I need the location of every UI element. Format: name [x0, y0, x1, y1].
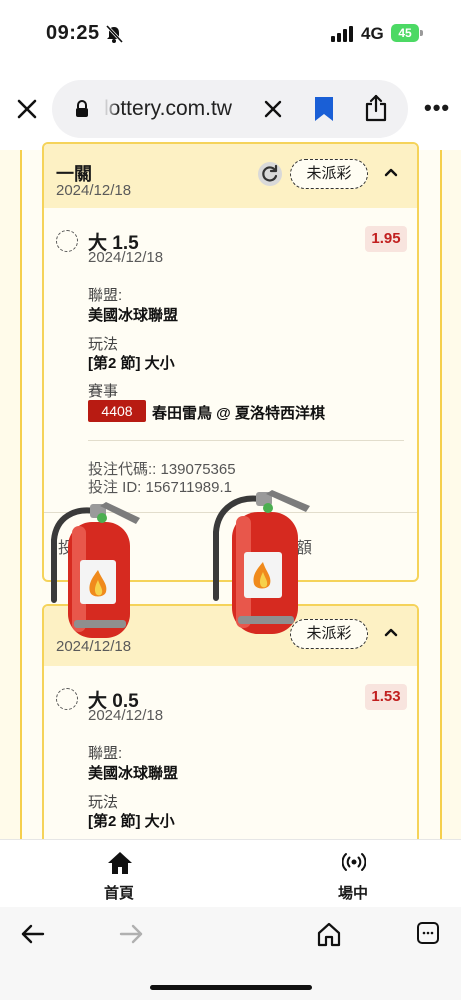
home-icon	[108, 852, 132, 874]
divider	[88, 440, 404, 441]
bet-slip-date: 2024/12/18	[56, 638, 132, 655]
bookmark-icon[interactable]	[314, 96, 334, 122]
league-label: 聯盟:	[88, 745, 123, 762]
battery-icon: 45	[391, 24, 419, 42]
nav-item-live[interactable]: 場中	[334, 848, 374, 902]
more-options-icon[interactable]: •••	[424, 97, 450, 119]
fire-extinguisher-icon	[213, 490, 310, 634]
live-broadcast-icon	[342, 853, 366, 871]
tabs-icon[interactable]	[416, 921, 440, 945]
close-icon[interactable]	[14, 96, 40, 122]
bell-muted-icon	[105, 24, 124, 44]
bet-date: 2024/12/18	[88, 707, 164, 724]
nav-item-home[interactable]: 首頁	[100, 848, 140, 902]
fire-extinguisher-icon	[51, 502, 140, 638]
bottom-navigation: 首頁 場中	[0, 839, 461, 908]
lock-icon	[76, 100, 88, 117]
url-text[interactable]: lottery.com.tw	[104, 97, 244, 121]
chevron-up-icon[interactable]	[384, 164, 398, 182]
network-type: 4G	[361, 24, 384, 43]
bet-radio[interactable]	[56, 230, 78, 252]
event-label: 賽事	[88, 383, 119, 400]
back-arrow-icon[interactable]	[20, 923, 46, 945]
chevron-up-icon[interactable]	[384, 624, 398, 642]
market-label: 玩法	[88, 336, 119, 353]
bet-slip-header[interactable]: 一關 2024/12/18 未派彩	[44, 144, 417, 208]
nav-label-live: 場中	[338, 885, 369, 902]
status-time: 09:25	[46, 22, 100, 44]
bet-slip-card: 2024/12/18 未派彩 大 0.5 2024/12/18 1.53 聯盟:…	[42, 604, 419, 858]
market-value: [第2 節] 大小	[88, 813, 175, 830]
league-value: 美國冰球聯盟	[88, 307, 179, 324]
event-id-badge: 4408	[88, 400, 146, 422]
cellular-signal-icon	[331, 26, 353, 42]
event-name: 春田雷鳥 @ 夏洛特西洋棋	[152, 405, 325, 422]
nav-label-home: 首頁	[104, 885, 135, 902]
league-label: 聯盟:	[88, 287, 123, 304]
home-indicator	[150, 985, 312, 990]
market-label: 玩法	[88, 794, 119, 811]
bet-date: 2024/12/18	[88, 249, 164, 266]
market-value: [第2 節] 大小	[88, 355, 175, 372]
share-icon[interactable]	[364, 94, 388, 122]
clear-url-icon[interactable]	[262, 98, 284, 120]
status-badge: 未派彩	[290, 159, 368, 189]
bet-slip-date: 2024/12/18	[56, 182, 132, 199]
bet-radio[interactable]	[56, 688, 78, 710]
refresh-button[interactable]	[258, 162, 282, 186]
forward-arrow-icon[interactable]	[118, 923, 144, 945]
odds-badge: 1.53	[365, 684, 407, 710]
league-value: 美國冰球聯盟	[88, 765, 179, 782]
battery-cap	[420, 30, 423, 36]
refresh-icon	[262, 164, 278, 182]
odds-badge: 1.95	[365, 226, 407, 252]
browser-home-icon[interactable]	[316, 921, 342, 947]
